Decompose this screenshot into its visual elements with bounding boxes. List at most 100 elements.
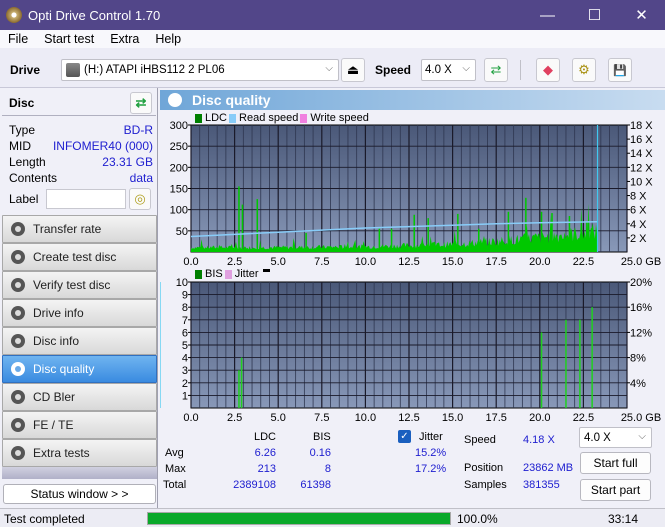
x-tick-label: 15.0: [442, 412, 463, 424]
x-tick-label: 12.5: [398, 256, 419, 268]
disc-row-value: BD-R: [123, 123, 153, 137]
stats-avg-label: Avg: [165, 447, 184, 459]
eject-button[interactable]: ⏏: [341, 58, 365, 82]
speed-label: Speed: [375, 63, 412, 77]
menu-extra[interactable]: Extra: [102, 32, 147, 46]
refresh-button[interactable]: ⇄: [484, 58, 508, 82]
x-tick-label: 5.0: [271, 412, 286, 424]
samples-value: 381355: [523, 479, 560, 491]
speed-stat-value: 4.18 X: [523, 434, 555, 446]
x-tick-label: 5.0: [271, 256, 286, 268]
menu-help[interactable]: Help: [147, 32, 189, 46]
nav-item-label: Extra tests: [33, 446, 90, 460]
x-tick-label: 2.5: [227, 412, 242, 424]
nav-spacer: [2, 467, 157, 479]
window-title: Opti Drive Control 1.70: [28, 7, 161, 23]
status-window-button[interactable]: Status window > >: [3, 484, 156, 504]
close-button[interactable]: ✕: [618, 0, 665, 30]
panel-title: Disc quality: [192, 92, 271, 108]
nav-item-label: Disc quality: [33, 362, 95, 376]
menu-start-test[interactable]: Start test: [36, 32, 102, 46]
x-tick-label: 22.5: [573, 256, 594, 268]
minimize-button[interactable]: —: [524, 0, 571, 30]
label-disc-button[interactable]: ◎: [129, 188, 151, 210]
y-right-tick-label: 2 X: [630, 233, 647, 245]
nav-item-label: Transfer rate: [33, 222, 102, 236]
x-tick-label: 20.0: [529, 412, 550, 424]
y-right-tick-label: 18 X: [630, 120, 653, 132]
nav-item-transfer-rate[interactable]: Transfer rate: [2, 215, 157, 243]
y-left-tick-label: 200: [170, 162, 188, 174]
save-button[interactable]: 💾: [608, 58, 632, 82]
nav-item-drive-info[interactable]: Drive info: [2, 299, 157, 327]
y-left-tick-label: 150: [170, 184, 188, 196]
ldc-avg: 6.26: [254, 447, 276, 459]
nav-item-create-test-disc[interactable]: Create test disc: [2, 243, 157, 271]
disc-row-value: 23.31 GB: [102, 155, 153, 169]
nav-item-label: Disc info: [33, 334, 80, 348]
y-left-tick-label: 7: [182, 315, 188, 327]
jitter-checkbox[interactable]: ✓: [398, 430, 411, 443]
test-speed-select[interactable]: 4.0 X ⌵: [579, 427, 652, 448]
chevron-down-icon: ⌵: [638, 431, 646, 442]
maximize-button[interactable]: ☐: [571, 0, 618, 30]
y-right-tick-label: 20%: [630, 277, 652, 289]
y-left-tick-label: 1: [182, 390, 188, 402]
nav-item-fe-te[interactable]: FE / TE: [2, 411, 157, 439]
menu-file[interactable]: File: [0, 32, 36, 46]
y-right-tick-label: 8 X: [630, 191, 647, 203]
stats-max-label: Max: [165, 463, 186, 475]
x-tick-label: 12.5: [398, 412, 419, 424]
disc-row-value: INFOMER40 (000): [52, 139, 153, 153]
disc-test-icon: [11, 306, 25, 320]
disc-row-label: Contents: [9, 171, 58, 185]
drive-select[interactable]: (H:) ATAPI iHBS112 2 PL06 ⌵: [61, 59, 339, 81]
charts-svg: 3002502001501005018 X16 X14 X12 X10 X8 X…: [160, 120, 661, 424]
drive-icon: [66, 63, 80, 77]
y-left-tick-label: 250: [170, 141, 188, 153]
y-left-tick-label: 5: [182, 340, 188, 352]
panel-header: Disc quality: [160, 90, 665, 110]
disc-info-list: Type BD-R MID INFOMER40 (000) Length 23.31 …: [9, 122, 153, 186]
ldc-max: 213: [257, 463, 276, 475]
disc-row-length: Length 23.31 GB: [9, 154, 153, 170]
y-right-tick-label: 12%: [630, 327, 652, 339]
settings-button[interactable]: ⚙: [572, 58, 596, 82]
x-tick-label: 15.0: [442, 256, 463, 268]
label-label: Label: [9, 192, 39, 206]
jitter-avg: 15.2%: [415, 447, 447, 459]
x-tick-label: 17.5: [485, 412, 506, 424]
disc-test-icon: [11, 418, 25, 432]
erase-button[interactable]: ◆: [536, 58, 560, 82]
samples-label: Samples: [464, 479, 507, 491]
nav-item-cd-bler[interactable]: CD Bler: [2, 383, 157, 411]
ldc-total: 2389108: [233, 479, 276, 491]
y-left-tick-label: 9: [182, 290, 188, 302]
eraser-icon: ◆: [543, 62, 553, 77]
nav-item-disc-info[interactable]: Disc info: [2, 327, 157, 355]
nav-item-extra-tests[interactable]: Extra tests: [2, 439, 157, 467]
x-tick-label: 17.5: [485, 256, 506, 268]
start-full-button[interactable]: Start full: [580, 452, 651, 474]
x-tick-label: 22.5: [573, 412, 594, 424]
x-tick-label: 10.0: [355, 412, 376, 424]
speed-select[interactable]: 4.0 X ⌵: [421, 59, 476, 81]
y-right-tick-label: 8%: [630, 353, 646, 365]
start-part-button[interactable]: Start part: [580, 479, 651, 501]
disc-row-label: Type: [9, 123, 36, 137]
x-tick-label: 20.0: [529, 256, 550, 268]
label-input[interactable]: [46, 189, 127, 209]
nav-item-disc-quality[interactable]: Disc quality: [2, 355, 157, 383]
y-left-tick-label: 4: [182, 353, 188, 365]
save-icon: 💾: [613, 64, 627, 77]
disc-row-value: data: [129, 171, 153, 185]
test-nav: Transfer rate Create test disc Verify test…: [2, 215, 157, 479]
nav-item-verify-test-disc[interactable]: Verify test disc: [2, 271, 157, 299]
speed-stat-label: Speed: [464, 434, 496, 446]
disc-icon: ◎: [134, 191, 146, 206]
disc-refresh-button[interactable]: ⇄: [130, 92, 152, 114]
y-left-tick-label: 3: [182, 365, 188, 377]
x-tick-label: 0.0: [183, 256, 198, 268]
position-label: Position: [464, 462, 504, 474]
y-right-tick-label: 4 X: [630, 219, 647, 231]
